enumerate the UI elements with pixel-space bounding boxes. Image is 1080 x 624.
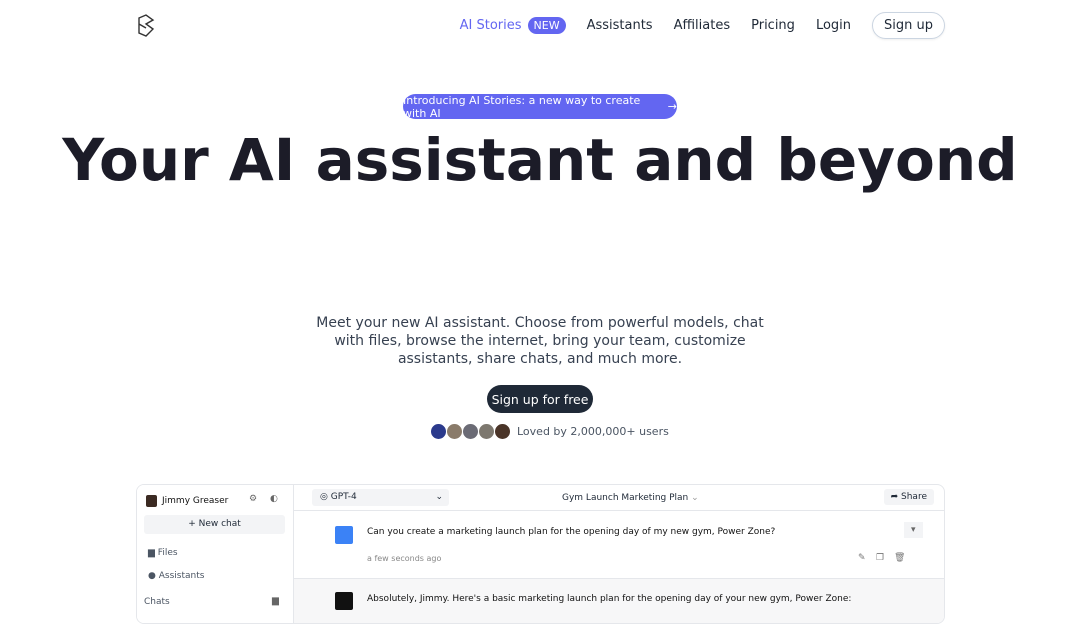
- edit-icon[interactable]: ✎: [858, 553, 866, 563]
- share-button[interactable]: ➦ Share: [883, 489, 934, 505]
- message-text: Absolutely, Jimmy. Here's a basic market…: [367, 594, 852, 604]
- chat-title-text: Gym Launch Marketing Plan: [562, 493, 689, 503]
- chats-header: Chats: [144, 597, 170, 607]
- model-label: GPT-4: [330, 492, 357, 502]
- nav-ai-stories[interactable]: AI Stories NEW: [459, 16, 566, 34]
- copy-icon[interactable]: ❐: [876, 553, 884, 563]
- trash-icon[interactable]: 🗑: [894, 553, 905, 563]
- message-menu-button[interactable]: ▾: [904, 522, 923, 538]
- files-label: Files: [157, 548, 178, 558]
- signup-free-button[interactable]: Sign up for free: [487, 385, 593, 413]
- new-chat-button[interactable]: + New chat: [144, 515, 285, 534]
- nav-assistants[interactable]: Assistants: [587, 18, 653, 33]
- message-text: Can you create a marketing launch plan f…: [367, 527, 776, 537]
- avatar: [146, 495, 157, 507]
- ai-stories-label: AI Stories: [459, 17, 522, 33]
- timestamp: a few seconds ago: [367, 554, 442, 563]
- chat-area: ◎ GPT-4 ⌄ Gym Launch Marketing Plan ⌄ ➦ S…: [294, 485, 944, 623]
- user-profile[interactable]: Jimmy Greaser: [146, 495, 228, 507]
- avatar: [335, 526, 353, 544]
- top-nav: AI Stories NEW Assistants Affiliates Pric…: [0, 11, 1080, 39]
- openai-logo-icon: [335, 592, 353, 610]
- avatar: [430, 423, 447, 440]
- announcement-text: Introducing AI Stories: a new way to cre…: [403, 93, 641, 120]
- new-badge: NEW: [527, 16, 566, 34]
- assistants-label: Assistants: [158, 571, 205, 581]
- loved-text: Loved by 2,000,000+ users: [517, 425, 669, 438]
- logo-icon[interactable]: [137, 14, 155, 38]
- avatar: [478, 423, 495, 440]
- avatar: [446, 423, 463, 440]
- gear-icon[interactable]: ⚙: [249, 494, 257, 504]
- share-label: Share: [901, 492, 927, 502]
- social-proof: Loved by 2,000,000+ users: [430, 423, 669, 440]
- sidebar: Jimmy Greaser ⚙ ◐ + New chat ▆ Files ● A…: [137, 485, 294, 623]
- assistant-message: Absolutely, Jimmy. Here's a basic market…: [294, 578, 944, 623]
- user-name: Jimmy Greaser: [162, 496, 229, 506]
- avatar: [494, 423, 511, 440]
- nav-affiliates[interactable]: Affiliates: [674, 18, 731, 33]
- model-select[interactable]: ◎ GPT-4 ⌄: [312, 489, 449, 506]
- avatar: [462, 423, 479, 440]
- chevron-down-icon: ⌄: [691, 493, 699, 503]
- sidebar-item-files[interactable]: ▆ Files: [148, 548, 178, 558]
- nav-pricing[interactable]: Pricing: [751, 18, 795, 33]
- user-message: Can you create a marketing launch plan f…: [294, 512, 944, 578]
- theme-toggle-icon[interactable]: ◐: [270, 494, 278, 504]
- new-folder-icon[interactable]: ▆: [272, 596, 279, 606]
- nav-login[interactable]: Login: [816, 18, 851, 33]
- hero-title: Your AI assistant and beyond: [62, 126, 1018, 194]
- chat-title[interactable]: Gym Launch Marketing Plan ⌄: [562, 493, 699, 503]
- chevron-down-icon: ⌄: [435, 492, 443, 502]
- signup-button[interactable]: Sign up: [872, 11, 945, 39]
- sidebar-item-assistants[interactable]: ● Assistants: [148, 571, 204, 581]
- hero-subtitle: Meet your new AI assistant. Choose from …: [316, 315, 764, 367]
- arrow-right-icon: →: [667, 100, 677, 113]
- ai-stories-announcement[interactable]: Introducing AI Stories: a new way to cre…: [403, 93, 677, 120]
- app-preview: Jimmy Greaser ⚙ ◐ + New chat ▆ Files ● A…: [136, 484, 945, 624]
